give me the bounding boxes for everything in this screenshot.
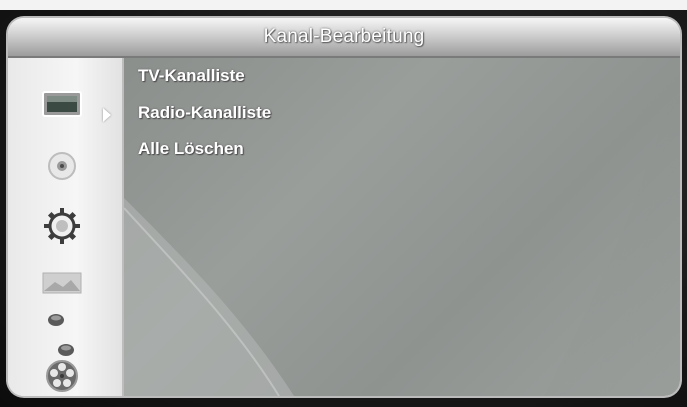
settings-gear-icon[interactable] [38, 208, 86, 244]
selection-arrow-icon [103, 108, 111, 122]
menu-item-delete-all[interactable]: Alle Löschen [138, 139, 244, 159]
menu-item-tv-channel-list[interactable]: TV-Kanalliste [138, 66, 245, 86]
title-bar: Kanal-Bearbeitung [8, 18, 680, 58]
menu-panel: TV-Kanalliste Radio-Kanalliste Alle Lösc… [124, 58, 680, 396]
menu-item-radio-channel-list[interactable]: Radio-Kanalliste [138, 103, 271, 123]
sidebar [8, 58, 124, 396]
film-reel-icon[interactable] [38, 358, 86, 394]
tv-icon[interactable] [38, 86, 86, 122]
tv-screen: Kanal-Bearbeitung TV-Kanalliste Radio-Ka… [0, 0, 687, 407]
picture-icon[interactable] [38, 265, 86, 301]
page-title: Kanal-Bearbeitung [263, 26, 425, 47]
sphere-pair-icon[interactable] [38, 306, 86, 366]
disc-icon[interactable] [38, 148, 86, 184]
menu-window: Kanal-Bearbeitung TV-Kanalliste Radio-Ka… [8, 18, 680, 396]
